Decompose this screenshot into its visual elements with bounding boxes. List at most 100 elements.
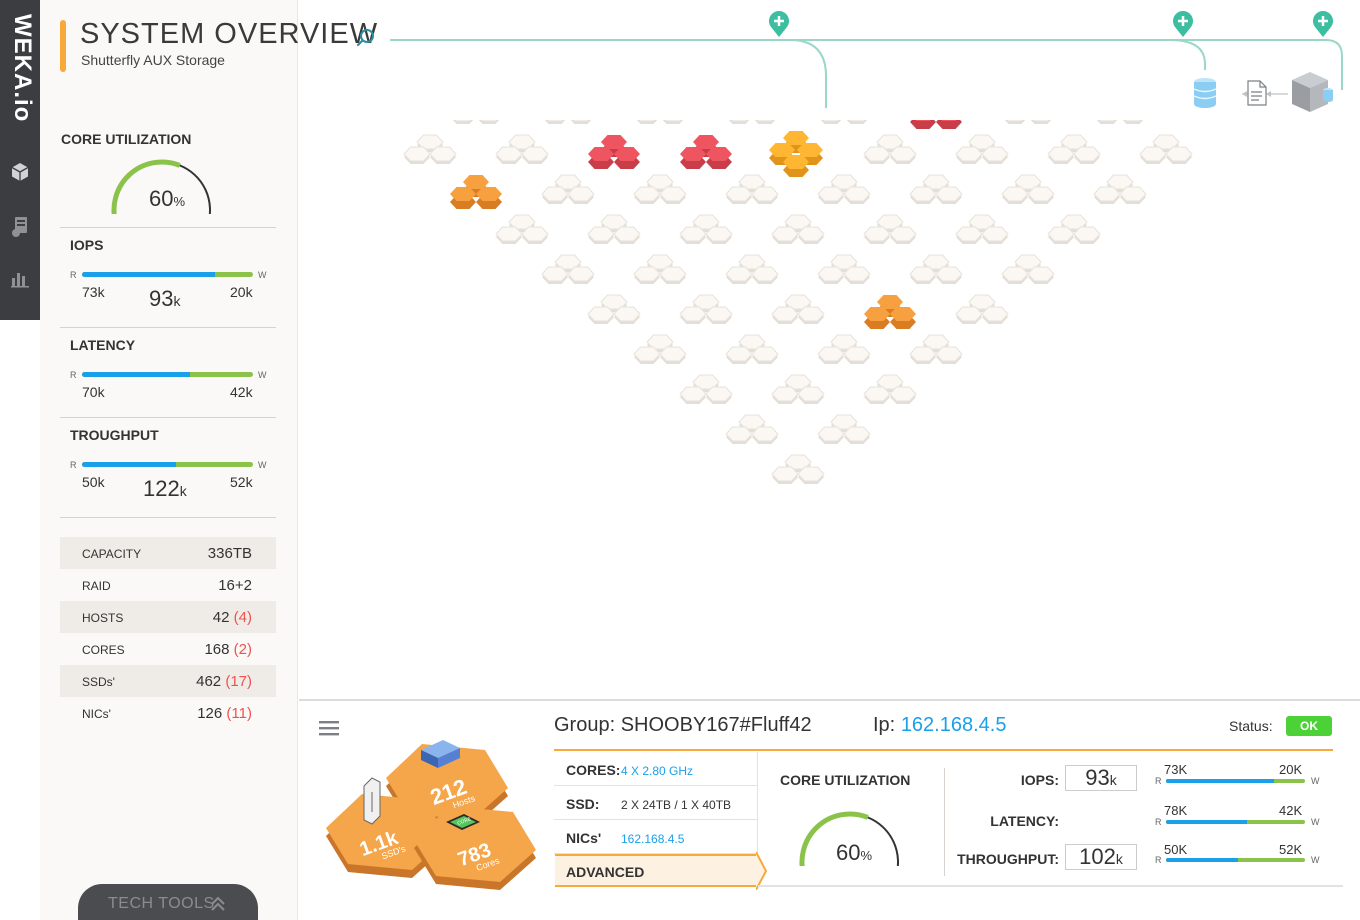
- iops-read-value: 73K: [1164, 762, 1188, 777]
- node-idle[interactable]: [679, 214, 733, 244]
- tech-tools-button[interactable]: TECH TOOLS: [78, 884, 258, 920]
- servers-icon[interactable]: [8, 214, 32, 238]
- add-node-button[interactable]: [1171, 9, 1195, 37]
- node-idle[interactable]: [633, 254, 687, 284]
- node-idle[interactable]: [909, 334, 963, 364]
- node-idle[interactable]: [495, 134, 549, 164]
- iops-write-value: 20K: [1279, 762, 1303, 777]
- node-idle[interactable]: [725, 334, 779, 364]
- hex-top: [679, 306, 707, 322]
- node-warn[interactable]: [450, 175, 502, 209]
- node-idle[interactable]: [1001, 254, 1055, 284]
- node-idle[interactable]: [587, 294, 641, 324]
- node-idle[interactable]: [955, 134, 1009, 164]
- node-idle[interactable]: [725, 174, 779, 204]
- node-idle[interactable]: [403, 134, 457, 164]
- hex-top: [1001, 186, 1029, 202]
- throughput-write-marker: W: [258, 460, 267, 470]
- node-idle[interactable]: [587, 214, 641, 244]
- node-idle[interactable]: [1094, 120, 1146, 124]
- node-idle[interactable]: [495, 214, 549, 244]
- node-idle[interactable]: [909, 174, 963, 204]
- node-selected[interactable]: [769, 131, 823, 177]
- iops-write-marker: W: [258, 270, 267, 280]
- hex-top: [705, 306, 733, 322]
- node-crit[interactable]: [588, 135, 640, 169]
- node-idle[interactable]: [771, 374, 825, 404]
- node-idle[interactable]: [1093, 174, 1147, 204]
- hex-top: [797, 226, 825, 242]
- document-icon[interactable]: [1246, 80, 1268, 106]
- throughput-total: 122k: [143, 476, 187, 501]
- iops-read-marker: R: [70, 270, 77, 280]
- node-idle[interactable]: [450, 120, 502, 124]
- node-idle[interactable]: [863, 214, 917, 244]
- node-idle[interactable]: [633, 174, 687, 204]
- node-idle[interactable]: [1001, 174, 1055, 204]
- node-idle[interactable]: [863, 134, 917, 164]
- node-idle[interactable]: [771, 214, 825, 244]
- latency-bar: [82, 372, 253, 377]
- node-idle[interactable]: [1047, 214, 1101, 244]
- node-idle[interactable]: [633, 334, 687, 364]
- database-icon[interactable]: [1192, 76, 1218, 110]
- node-idle[interactable]: [863, 374, 917, 404]
- node-warn[interactable]: [864, 295, 916, 329]
- hex-top: [889, 386, 917, 402]
- hex-top: [1047, 146, 1075, 162]
- node-idle[interactable]: [771, 454, 825, 484]
- node-idle[interactable]: [817, 334, 871, 364]
- node-idle[interactable]: [726, 120, 778, 124]
- cores-link[interactable]: 4 X 2.80 GHz: [621, 764, 693, 778]
- node-idle[interactable]: [1002, 120, 1054, 124]
- node-idle[interactable]: [1139, 134, 1193, 164]
- latency-mini-read-fill: [1166, 820, 1247, 824]
- iops-read-value: 73k: [82, 284, 105, 300]
- node-idle[interactable]: [817, 414, 871, 444]
- hex-top: [863, 146, 891, 162]
- add-node-button[interactable]: [1311, 9, 1335, 37]
- node-idle[interactable]: [679, 294, 733, 324]
- hex-top: [521, 226, 549, 242]
- node-crit[interactable]: [910, 120, 962, 129]
- iops-value: 93k: [1065, 765, 1137, 791]
- hex-top: [587, 226, 615, 242]
- node-idle[interactable]: [818, 120, 870, 124]
- group-hex-cluster: CORE 212 Hosts 1.1k SSD's 783 Cores: [326, 740, 536, 890]
- status-badge: OK: [1286, 716, 1332, 736]
- hex-top: [751, 346, 779, 362]
- node-idle[interactable]: [909, 254, 963, 284]
- title-accent: [60, 20, 66, 72]
- cluster-map[interactable]: [300, 120, 1360, 690]
- hex-top: [981, 146, 1009, 162]
- stats-row-raid: RAID 16+2: [60, 569, 276, 601]
- server-box-icon[interactable]: [1290, 70, 1336, 114]
- node-idle[interactable]: [542, 120, 594, 124]
- hex-top: [909, 346, 937, 362]
- node-idle[interactable]: [771, 294, 825, 324]
- advanced-tab[interactable]: ADVANCED: [555, 854, 758, 887]
- node-idle[interactable]: [634, 120, 686, 124]
- node-idle[interactable]: [1047, 134, 1101, 164]
- node-idle[interactable]: [955, 294, 1009, 324]
- node-idle[interactable]: [817, 174, 871, 204]
- search-icon[interactable]: [354, 26, 378, 50]
- hex-top: [955, 146, 983, 162]
- bar-chart-icon[interactable]: [8, 266, 32, 290]
- node-idle[interactable]: [817, 254, 871, 284]
- latency-read-fill: [82, 372, 190, 377]
- add-node-button[interactable]: [767, 9, 791, 37]
- node-crit[interactable]: [680, 135, 732, 169]
- hex-top: [1093, 186, 1121, 202]
- node-idle[interactable]: [725, 254, 779, 284]
- cube-icon[interactable]: [8, 160, 32, 184]
- hex-top: [771, 386, 799, 402]
- nics-link[interactable]: 162.168.4.5: [621, 832, 684, 846]
- latency-write-value: 42k: [230, 384, 253, 400]
- node-idle[interactable]: [725, 414, 779, 444]
- node-idle[interactable]: [679, 374, 733, 404]
- throughput-label: THROUGHPUT:: [957, 851, 1059, 867]
- node-idle[interactable]: [541, 254, 595, 284]
- node-idle[interactable]: [541, 174, 595, 204]
- node-idle[interactable]: [955, 214, 1009, 244]
